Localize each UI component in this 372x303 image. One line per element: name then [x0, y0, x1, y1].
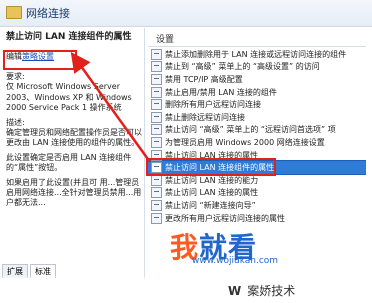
watermark: 我就看 www.wojiukan.com	[170, 226, 300, 268]
bottom-fade	[0, 276, 372, 303]
bottom-logo: W 案娇技术	[228, 284, 296, 298]
watermark-url: www.wojiukan.com	[192, 256, 279, 266]
logo-mark-icon: W	[228, 284, 242, 298]
